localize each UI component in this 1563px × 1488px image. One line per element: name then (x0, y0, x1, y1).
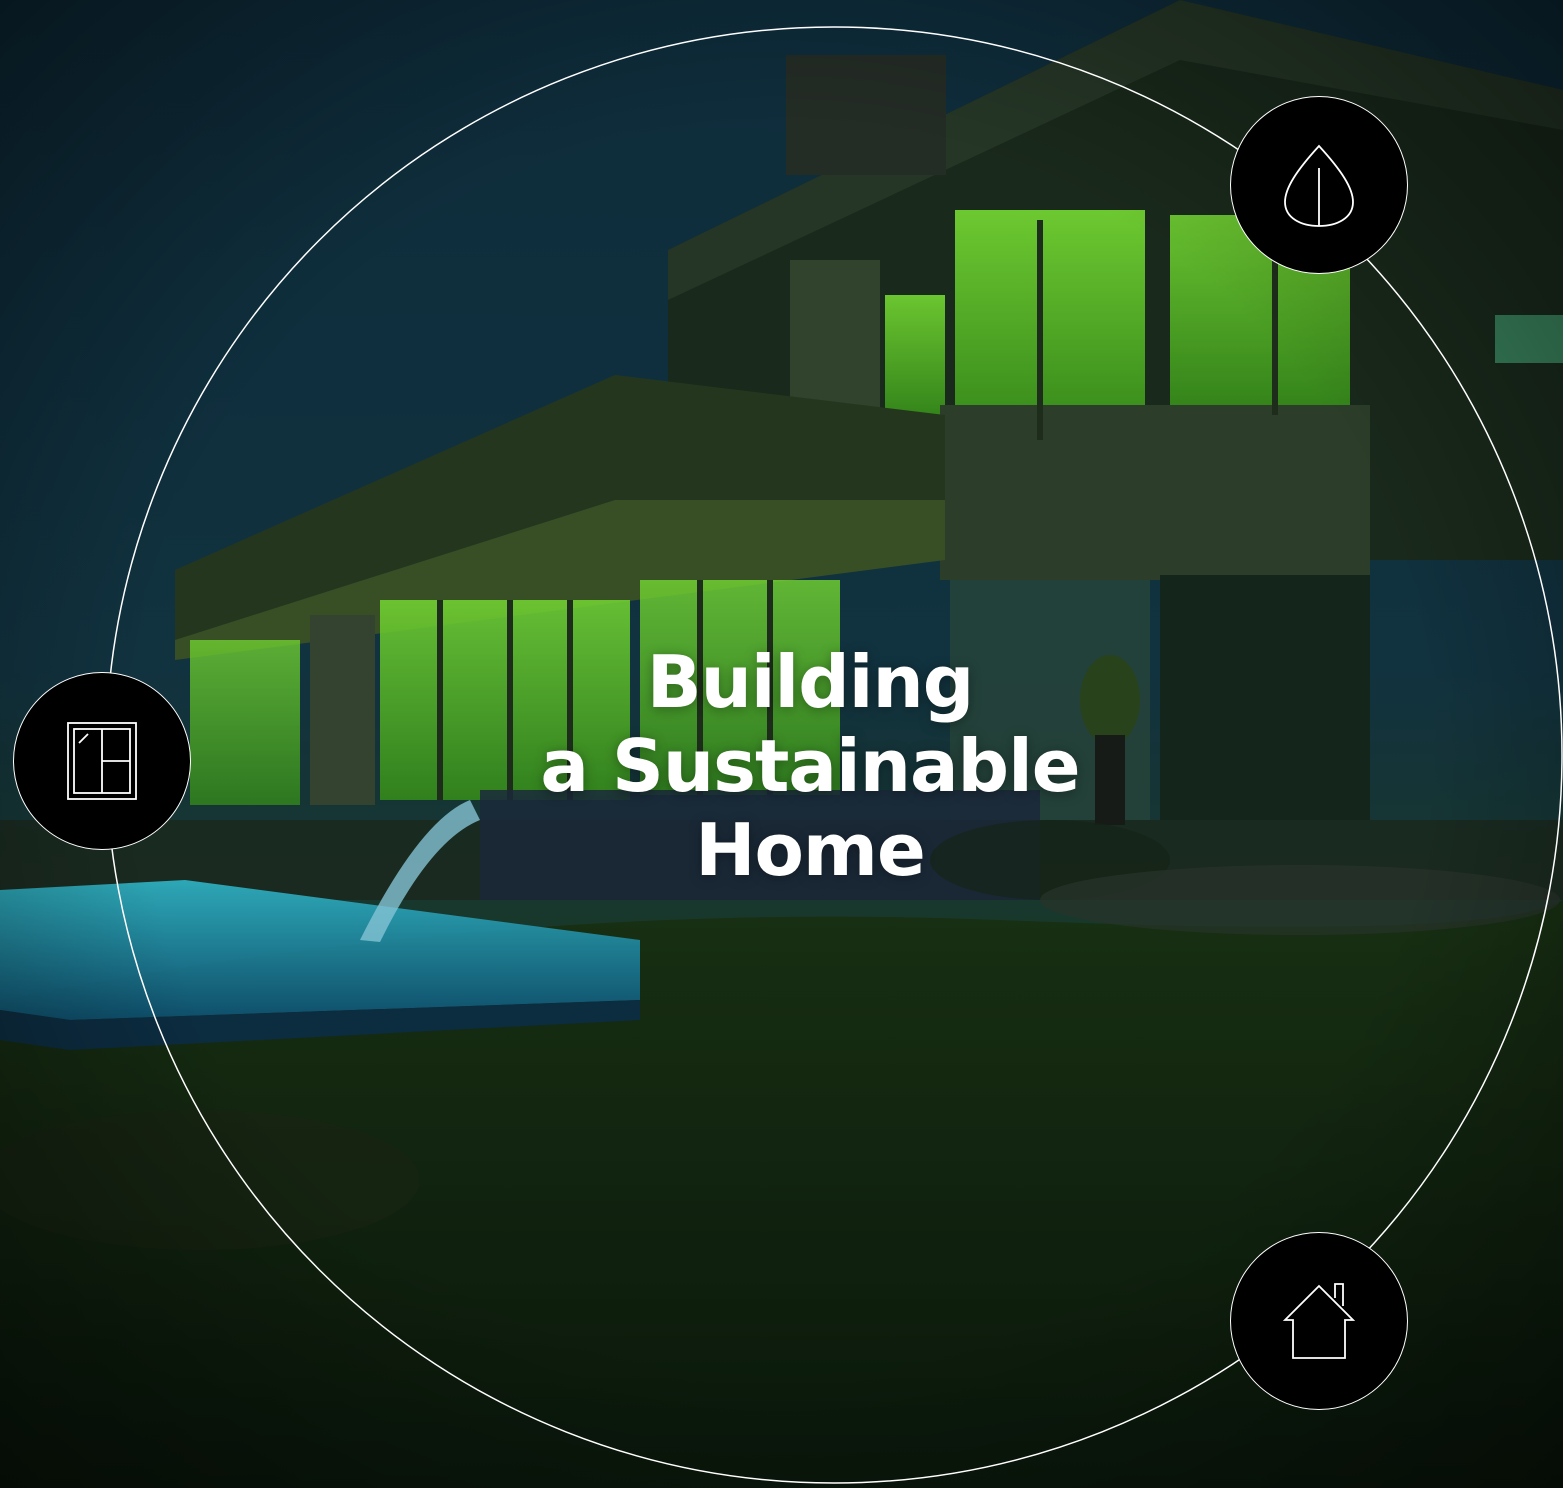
window-icon (67, 722, 137, 800)
house-badge[interactable] (1230, 1232, 1408, 1410)
hero-title: Building a Sustainable Home (430, 640, 1190, 892)
window-badge[interactable] (13, 672, 191, 850)
hero-title-line-3: Home (695, 808, 926, 892)
hero-title-line-2: a Sustainable (540, 724, 1080, 808)
house-icon (1282, 1283, 1356, 1359)
leaf-icon (1284, 144, 1354, 227)
leaf-badge[interactable] (1230, 96, 1408, 274)
hero-title-line-1: Building (646, 640, 975, 724)
hero-section: Building a Sustainable Home (0, 0, 1563, 1488)
